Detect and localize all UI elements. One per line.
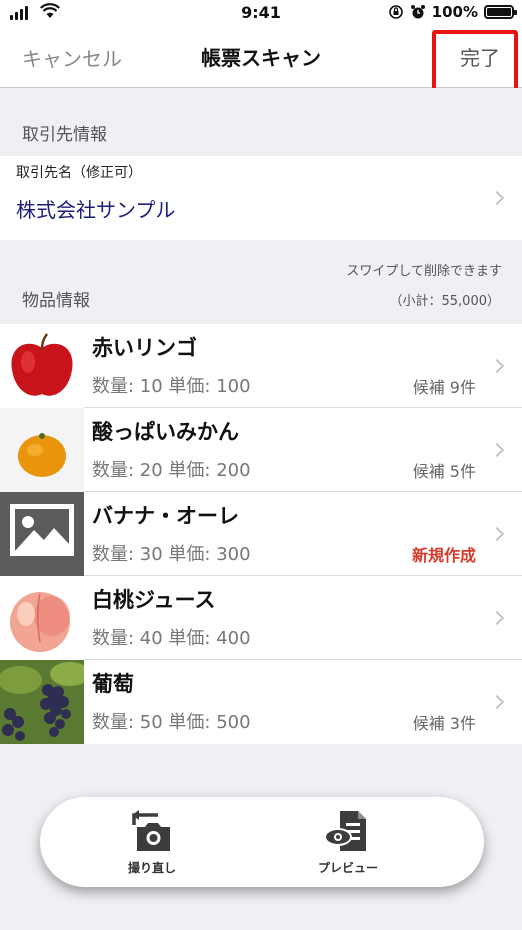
alarm-icon [410,5,425,19]
preview-document-icon [324,811,366,851]
chevron-right-icon [489,694,505,710]
swipe-hint: スワイプして削除できます [346,264,502,279]
product-row[interactable]: 白桃ジュース 数量: 40 単価: 400 [0,576,522,660]
product-name: 葡萄 [92,672,134,696]
battery-percent: 100% [431,3,478,21]
partner-name-value: 株式会社サンプル [16,198,176,222]
product-detail: 数量: 30 単価: 300 [92,544,251,565]
product-row[interactable]: 酸っぱいみかん 数量: 20 単価: 200 候補 5件 [0,408,522,492]
mandarin-thumbnail [0,408,84,492]
preview-button[interactable]: プレビュー [288,809,408,876]
product-detail: 数量: 50 単価: 500 [92,712,251,733]
retake-camera-icon [132,810,170,851]
product-row[interactable]: 赤いリンゴ 数量: 10 単価: 100 候補 9件 [0,324,522,408]
preview-label: プレビュー [317,861,378,875]
candidate-count: 候補 3件 [412,714,476,733]
items-section-title: 物品情報 [22,291,90,311]
red-apple-thumbnail [0,324,84,408]
bottom-action-bar: 撮り直し プレビュー [40,797,484,887]
chevron-right-icon [489,442,505,458]
status-bar: 9:41 100% [0,0,522,26]
product-list: 赤いリンゴ 数量: 10 単価: 100 候補 9件 酸っぱいみかん 数量: 2… [0,324,522,744]
product-name: 白桃ジュース [92,588,216,612]
new-entry-label: 新規作成 [411,546,476,565]
product-row[interactable]: バナナ・オーレ 数量: 30 単価: 300 新規作成 [0,492,522,576]
product-detail: 数量: 10 単価: 100 [92,376,251,397]
chevron-right-icon [489,610,505,626]
items-section-header: スワイプして削除できます 物品情報 （小計：55,000） [0,240,522,324]
partner-name-row[interactable]: 取引先名（修正可） 株式会社サンプル [0,156,522,240]
chevron-right-icon [489,190,505,206]
chevron-right-icon [489,526,505,542]
peach-thumbnail [0,576,84,660]
grapes-thumbnail [0,660,84,744]
candidate-count: 候補 9件 [412,378,476,397]
product-row[interactable]: 葡萄 数量: 50 単価: 500 候補 3件 [0,660,522,744]
partner-section-header: 取引先情報 [0,88,522,156]
product-name: 酸っぱいみかん [92,420,239,444]
retake-button[interactable]: 撮り直し [92,809,212,876]
subtotal: （小計：55,000） [389,294,501,309]
partner-section-title: 取引先情報 [22,125,107,145]
candidate-count: 候補 5件 [412,462,476,481]
battery-icon [484,5,517,19]
partner-name-label: 取引先名（修正可） [16,165,142,181]
rotation-lock-icon [388,5,403,19]
product-name: バナナ・オーレ [92,504,239,528]
chevron-right-icon [489,358,505,374]
product-detail: 数量: 20 単価: 200 [92,460,251,481]
retake-label: 撮り直し [127,861,176,875]
image-placeholder-icon [0,492,84,576]
product-name: 赤いリンゴ [92,336,197,360]
product-detail: 数量: 40 単価: 400 [92,628,251,649]
